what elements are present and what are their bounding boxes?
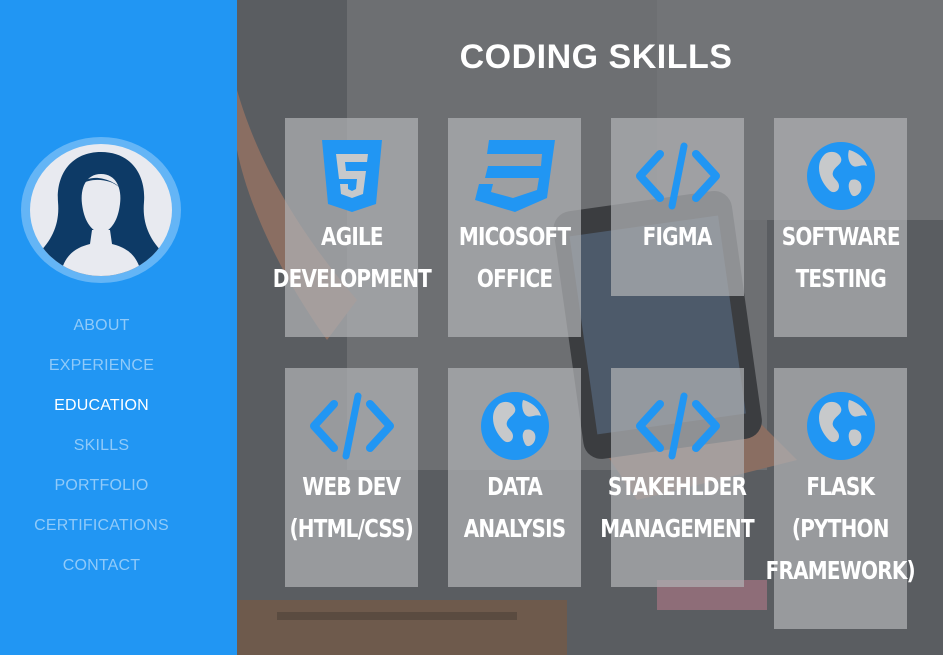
skill-label: MICOSOFT OFFICE (458, 222, 571, 293)
nav-link-contact[interactable]: CONTACT (63, 557, 141, 575)
html5-icon (320, 140, 384, 216)
skills-section: CODING SKILLS AGILE DEVELOPMENT MICOSOFT… (237, 0, 943, 655)
skill-label: FIGMA (643, 222, 713, 251)
skill-label: DATA ANALYSIS (463, 472, 566, 543)
css3-icon (474, 140, 555, 216)
nav-link-certifications[interactable]: CERTIFICATIONS (34, 517, 169, 535)
skill-card: DATA ANALYSIS (448, 368, 581, 587)
globe-icon (479, 390, 551, 466)
skill-card: WEB DEV (HTML/CSS) (285, 368, 418, 587)
sidebar-nav: ABOUT EXPERIENCE EDUCATION SKILLS PORTFO… (0, 306, 203, 586)
skill-card: FIGMA (611, 118, 744, 296)
skill-card: MICOSOFT OFFICE (448, 118, 581, 337)
skill-label: FLASK (PYTHON FRAMEWORK) (765, 472, 916, 585)
woman-silhouette-icon (38, 152, 164, 276)
globe-icon (805, 390, 877, 466)
nav-link-about[interactable]: ABOUT (73, 317, 129, 335)
avatar (21, 137, 181, 283)
nav-item-contact[interactable]: CONTACT (0, 546, 203, 586)
code-icon (635, 390, 720, 466)
skill-label: STAKEHLDER MANAGEMENT (600, 472, 755, 543)
nav-link-skills[interactable]: SKILLS (74, 437, 129, 455)
sidebar: ABOUT EXPERIENCE EDUCATION SKILLS PORTFO… (0, 0, 237, 655)
skill-label: AGILE DEVELOPMENT (272, 222, 431, 293)
nav-item-about[interactable]: ABOUT (0, 306, 203, 346)
skill-card: AGILE DEVELOPMENT (272, 118, 431, 337)
code-icon (309, 390, 394, 466)
skill-label: SOFTWARE TESTING (781, 222, 900, 293)
nav-item-portfolio[interactable]: PORTFOLIO (0, 466, 203, 506)
nav-link-education[interactable]: EDUCATION (54, 397, 149, 415)
nav-item-education[interactable]: EDUCATION (0, 386, 203, 426)
skill-card: STAKEHLDER MANAGEMENT (601, 368, 755, 587)
nav-link-portfolio[interactable]: PORTFOLIO (55, 477, 149, 495)
skill-label: WEB DEV (HTML/CSS) (289, 472, 414, 543)
nav-item-certifications[interactable]: CERTIFICATIONS (0, 506, 203, 546)
avatar-image (30, 144, 172, 276)
nav-link-experience[interactable]: EXPERIENCE (49, 357, 154, 375)
nav-item-experience[interactable]: EXPERIENCE (0, 346, 203, 386)
section-title: CODING SKILLS (459, 38, 733, 76)
skill-card: SOFTWARE TESTING (774, 118, 907, 337)
skill-card: FLASK (PYTHON FRAMEWORK) (766, 368, 916, 629)
nav-item-skills[interactable]: SKILLS (0, 426, 203, 466)
globe-icon (805, 140, 877, 216)
code-icon (635, 140, 720, 216)
